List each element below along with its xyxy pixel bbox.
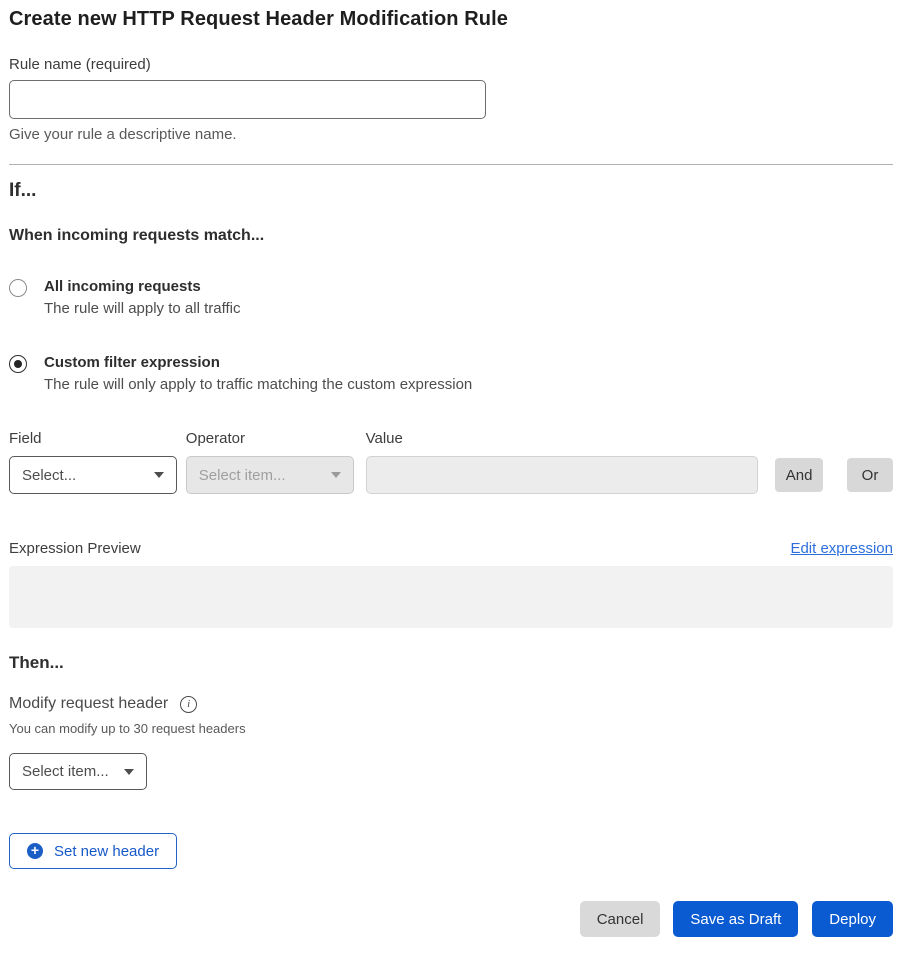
radio-label: All incoming requests (44, 278, 240, 295)
rule-name-helper: Give your rule a descriptive name. (9, 126, 893, 143)
expression-builder-row: Field Select... Operator Select item... … (9, 430, 893, 494)
radio-option-all-requests: All incoming requests The rule will appl… (9, 278, 893, 317)
modify-header-row: Modify request header i (9, 695, 893, 713)
rule-name-label: Rule name (required) (9, 56, 893, 73)
field-label: Field (9, 430, 177, 447)
save-as-draft-button[interactable]: Save as Draft (673, 901, 798, 937)
form-action-bar: Cancel Save as Draft Deploy (580, 901, 893, 937)
radio-description: The rule will apply to all traffic (44, 300, 240, 317)
expression-preview-header: Expression Preview Edit expression (9, 540, 893, 557)
expression-preview-label: Expression Preview (9, 540, 141, 557)
or-button[interactable]: Or (847, 458, 893, 492)
header-action-select[interactable]: Select item... (9, 753, 147, 790)
field-column: Field Select... (9, 430, 177, 494)
modify-request-header-label: Modify request header (9, 695, 168, 713)
modify-header-helper: You can modify up to 30 request headers (9, 721, 893, 736)
operator-select-value: Select item... (199, 467, 286, 484)
chevron-down-icon (154, 472, 164, 478)
if-section-heading: If... (9, 180, 893, 202)
expression-preview-box (9, 566, 893, 628)
radio-label: Custom filter expression (44, 354, 472, 371)
match-subheading: When incoming requests match... (9, 227, 893, 245)
value-input (366, 456, 759, 494)
radio-all-incoming-requests[interactable] (9, 279, 27, 297)
field-select-value: Select... (22, 467, 76, 484)
deploy-button[interactable]: Deploy (812, 901, 893, 937)
radio-description: The rule will only apply to traffic matc… (44, 376, 472, 393)
section-divider (9, 164, 893, 165)
chevron-down-icon (124, 769, 134, 775)
plus-icon: + (27, 843, 43, 859)
and-button[interactable]: And (775, 458, 823, 492)
then-section-heading: Then... (9, 653, 893, 673)
cancel-button[interactable]: Cancel (580, 901, 661, 937)
value-column: Value (366, 430, 759, 494)
radio-option-text: All incoming requests The rule will appl… (44, 278, 240, 317)
info-icon[interactable]: i (180, 696, 197, 713)
operator-select: Select item... (186, 456, 354, 494)
edit-expression-link[interactable]: Edit expression (790, 540, 893, 557)
header-action-select-value: Select item... (22, 763, 109, 780)
value-label: Value (366, 430, 759, 447)
radio-option-text: Custom filter expression The rule will o… (44, 354, 472, 393)
create-rule-form: Create new HTTP Request Header Modificat… (0, 0, 899, 869)
chevron-down-icon (331, 472, 341, 478)
page-title: Create new HTTP Request Header Modificat… (9, 8, 893, 31)
field-select[interactable]: Select... (9, 456, 177, 494)
set-new-header-label: Set new header (54, 843, 159, 860)
operator-column: Operator Select item... (186, 430, 354, 494)
rule-name-input[interactable] (9, 80, 486, 119)
radio-option-custom-expression: Custom filter expression The rule will o… (9, 354, 893, 393)
radio-custom-filter-expression[interactable] (9, 355, 27, 373)
operator-label: Operator (186, 430, 354, 447)
set-new-header-button[interactable]: + Set new header (9, 833, 177, 869)
